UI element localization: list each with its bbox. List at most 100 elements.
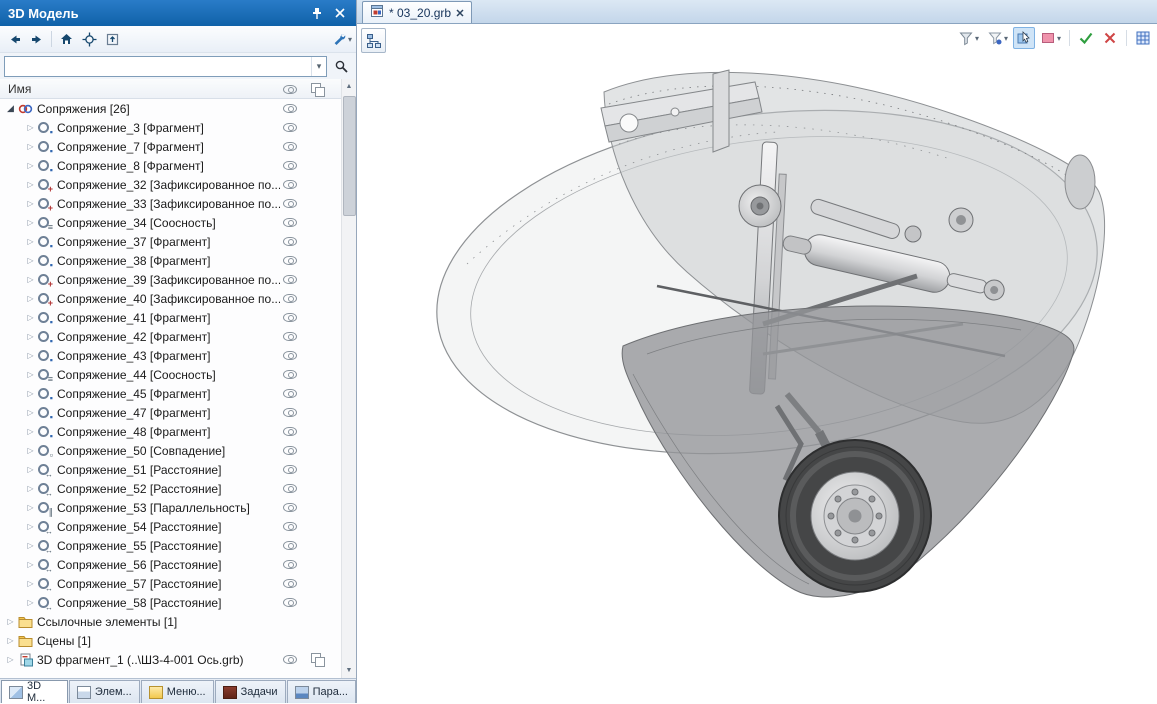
expand-arrow-icon[interactable] — [24, 427, 37, 436]
panel-tab[interactable]: Элем... — [69, 680, 140, 703]
tree-row-mates-root[interactable]: Сопряжения [26] — [0, 99, 356, 118]
visibility-eye-icon[interactable] — [283, 237, 297, 246]
locate-icon[interactable] — [78, 28, 100, 50]
visibility-eye-icon[interactable] — [283, 275, 297, 284]
tree-row-mate[interactable]: Сопряжение_50 [Совпадение] — [0, 441, 356, 460]
back-arrow-icon[interactable] — [3, 28, 25, 50]
tree-row-mate[interactable]: Сопряжение_48 [Фрагмент] — [0, 422, 356, 441]
visibility-eye-icon[interactable] — [283, 503, 297, 512]
pin-icon[interactable] — [308, 5, 325, 22]
panel-tab[interactable]: Меню... — [141, 680, 214, 703]
wrench-icon[interactable] — [331, 28, 353, 50]
visibility-eye-icon[interactable] — [283, 522, 297, 531]
expand-arrow-icon[interactable] — [24, 522, 37, 531]
tree-row-mate[interactable]: Сопряжение_56 [Расстояние] — [0, 555, 356, 574]
tree-column-header[interactable]: Имя — [0, 79, 356, 99]
tree-row-mate[interactable]: Сопряжение_42 [Фрагмент] — [0, 327, 356, 346]
visibility-eye-icon[interactable] — [283, 484, 297, 493]
search-icon[interactable] — [330, 55, 352, 77]
assembly-structure-button[interactable] — [361, 28, 386, 53]
visibility-eye-icon[interactable] — [283, 598, 297, 607]
tree-row-mate[interactable]: Сопряжение_57 [Расстояние] — [0, 574, 356, 593]
tree-row-mate[interactable]: Сопряжение_41 [Фрагмент] — [0, 308, 356, 327]
tree-row-mate[interactable]: Сопряжение_43 [Фрагмент] — [0, 346, 356, 365]
tree-row-mate[interactable]: Сопряжение_39 [Зафиксированное по... — [0, 270, 356, 289]
tree-row-mate[interactable]: Сопряжение_51 [Расстояние] — [0, 460, 356, 479]
tree-scrollbar[interactable] — [341, 79, 356, 678]
expand-arrow-icon[interactable] — [24, 408, 37, 417]
panel-tab[interactable]: Задачи — [215, 680, 286, 703]
tree-row-mate[interactable]: Сопряжение_8 [Фрагмент] — [0, 156, 356, 175]
visibility-eye-icon[interactable] — [283, 256, 297, 265]
tree-row-mate[interactable]: Сопряжение_52 [Расстояние] — [0, 479, 356, 498]
visibility-eye-icon[interactable] — [283, 389, 297, 398]
home-icon[interactable] — [55, 28, 77, 50]
visibility-eye-icon[interactable] — [283, 161, 297, 170]
tree-row-mate[interactable]: Сопряжение_40 [Зафиксированное по... — [0, 289, 356, 308]
expand-arrow-icon[interactable] — [24, 370, 37, 379]
tree-row-mate[interactable]: Сопряжение_53 [Параллельность] — [0, 498, 356, 517]
tree-row-mate[interactable]: Сопряжение_58 [Расстояние] — [0, 593, 356, 612]
expand-arrow-icon[interactable] — [24, 598, 37, 607]
selection-filter-icon[interactable] — [955, 27, 982, 49]
visibility-eye-icon[interactable] — [283, 465, 297, 474]
viewport-3d[interactable] — [357, 24, 1157, 703]
eye-icon[interactable] — [283, 85, 297, 94]
tree-row-mate[interactable]: Сопряжение_47 [Фрагмент] — [0, 403, 356, 422]
scroll-thumb[interactable] — [343, 96, 356, 216]
visibility-eye-icon[interactable] — [283, 142, 297, 151]
scroll-track[interactable] — [342, 94, 357, 663]
expand-arrow-icon[interactable] — [24, 123, 37, 132]
visibility-eye-icon[interactable] — [283, 541, 297, 550]
expand-arrow-icon[interactable] — [24, 465, 37, 474]
expand-arrow-icon[interactable] — [4, 617, 17, 626]
expand-arrow-icon[interactable] — [24, 161, 37, 170]
cancel-x-icon[interactable] — [1099, 27, 1121, 49]
collapse-icon[interactable] — [101, 28, 123, 50]
collapse-arrow-icon[interactable] — [4, 103, 17, 114]
tree-row-3d-fragment[interactable]: 3D фрагмент_1 (..\ШЗ-4-001 Ось.grb) — [0, 650, 356, 669]
scroll-up-icon[interactable] — [342, 79, 357, 94]
panel-tab[interactable]: Пара... — [287, 680, 356, 703]
tree-row-mate[interactable]: Сопряжение_38 [Фрагмент] — [0, 251, 356, 270]
expand-arrow-icon[interactable] — [24, 332, 37, 341]
visibility-eye-icon[interactable] — [283, 427, 297, 436]
expand-arrow-icon[interactable] — [24, 446, 37, 455]
expand-arrow-icon[interactable] — [24, 218, 37, 227]
expand-arrow-icon[interactable] — [24, 256, 37, 265]
expand-arrow-icon[interactable] — [24, 142, 37, 151]
expand-arrow-icon[interactable] — [24, 560, 37, 569]
expand-arrow-icon[interactable] — [24, 237, 37, 246]
expand-arrow-icon[interactable] — [4, 636, 17, 645]
visibility-eye-icon[interactable] — [283, 104, 297, 113]
expand-arrow-icon[interactable] — [4, 655, 17, 664]
visibility-eye-icon[interactable] — [283, 446, 297, 455]
tree-row-mate[interactable]: Сопряжение_32 [Зафиксированное по... — [0, 175, 356, 194]
scroll-down-icon[interactable] — [342, 663, 357, 678]
close-icon[interactable] — [331, 5, 348, 22]
visibility-eye-icon[interactable] — [283, 579, 297, 588]
tree-row-mate[interactable]: Сопряжение_54 [Расстояние] — [0, 517, 356, 536]
tree-row-mate[interactable]: Сопряжение_7 [Фрагмент] — [0, 137, 356, 156]
tree-row-mate[interactable]: Сопряжение_55 [Расстояние] — [0, 536, 356, 555]
visibility-eye-icon[interactable] — [283, 180, 297, 189]
ok-check-icon[interactable] — [1075, 27, 1097, 49]
expand-arrow-icon[interactable] — [24, 503, 37, 512]
expand-arrow-icon[interactable] — [24, 351, 37, 360]
expand-arrow-icon[interactable] — [24, 313, 37, 322]
expand-arrow-icon[interactable] — [24, 484, 37, 493]
tree-row-mate[interactable]: Сопряжение_45 [Фрагмент] — [0, 384, 356, 403]
visibility-eye-icon[interactable] — [283, 560, 297, 569]
visibility-eye-icon[interactable] — [283, 294, 297, 303]
stack-icon[interactable] — [311, 83, 324, 96]
visibility-eye-icon[interactable] — [283, 370, 297, 379]
search-input[interactable] — [5, 58, 311, 75]
visibility-eye-icon[interactable] — [283, 655, 297, 664]
tree-row-reference-elements[interactable]: Ссылочные элементы [1] — [0, 612, 356, 631]
search-dropdown-icon[interactable] — [311, 57, 326, 76]
stack-icon[interactable] — [311, 653, 324, 666]
tree-row-scenes[interactable]: Сцены [1] — [0, 631, 356, 650]
expand-arrow-icon[interactable] — [24, 389, 37, 398]
color-swatch-icon[interactable] — [1037, 27, 1064, 49]
expand-arrow-icon[interactable] — [24, 199, 37, 208]
